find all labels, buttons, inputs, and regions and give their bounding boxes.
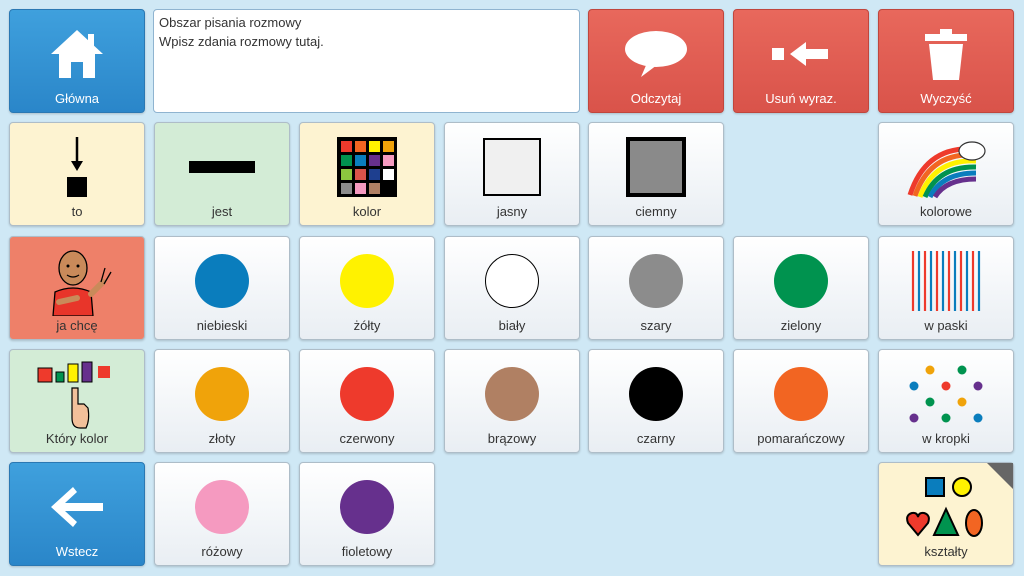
word-w-kropki-label: w kropki — [922, 431, 970, 446]
yellow-circle-icon — [340, 254, 394, 308]
color-czarny-label: czarny — [636, 431, 676, 446]
orange-circle-icon — [774, 367, 828, 421]
word-kolorowe-label: kolorowe — [919, 204, 973, 219]
home-button[interactable]: Główna — [9, 9, 145, 113]
light-square-icon — [445, 131, 579, 203]
stripes-icon — [879, 245, 1013, 317]
shapes-icon — [879, 471, 1013, 543]
word-ktory-kolor[interactable]: Który kolor — [9, 349, 145, 453]
rainbow-icon — [879, 131, 1013, 203]
delete-word-label: Usuń wyraz. — [765, 91, 837, 106]
clear-label: Wyczyść — [920, 91, 972, 106]
folder-ksztalty-label: kształty — [924, 544, 968, 559]
person-pointing-self-icon — [10, 245, 144, 317]
color-czerwony-label: czerwony — [339, 431, 395, 446]
green-circle-icon — [774, 254, 828, 308]
word-ja-chce[interactable]: ja chcę — [9, 236, 145, 340]
home-icon — [10, 18, 144, 90]
folder-ksztalty[interactable]: kształty — [878, 462, 1014, 566]
message-line-1: Obszar pisania rozmowy — [159, 15, 302, 30]
color-zolty-label: żółty — [353, 318, 381, 333]
word-ciemny-label: ciemny — [635, 204, 677, 219]
clear-button[interactable]: Wyczyść — [878, 9, 1014, 113]
color-zloty-label: złoty — [208, 431, 236, 446]
word-w-paski-label: w paski — [924, 318, 968, 333]
word-kolor-label: kolor — [352, 204, 382, 219]
bar-icon — [155, 131, 289, 203]
color-brazowy-label: brązowy — [487, 431, 537, 446]
color-szary-label: szary — [640, 318, 672, 333]
back-label: Wstecz — [55, 544, 99, 559]
color-pomaranczowy-label: pomarańczowy — [757, 431, 845, 446]
word-w-paski[interactable]: w paski — [878, 236, 1014, 340]
word-to-label: to — [71, 204, 83, 219]
word-jest[interactable]: jest — [154, 122, 290, 226]
color-szary[interactable]: szary — [588, 236, 724, 340]
color-zielony-label: zielony — [780, 318, 822, 333]
word-ktory-kolor-label: Który kolor — [45, 431, 109, 446]
color-czerwony[interactable]: czerwony — [299, 349, 435, 453]
color-czarny[interactable]: czarny — [588, 349, 724, 453]
pink-circle-icon — [195, 480, 249, 534]
brown-circle-icon — [485, 367, 539, 421]
arrow-left-icon — [10, 471, 144, 543]
gold-circle-icon — [195, 367, 249, 421]
word-to[interactable]: to — [9, 122, 145, 226]
word-jasny-label: jasny — [496, 204, 528, 219]
color-pomaranczowy[interactable]: pomarańczowy — [733, 349, 869, 453]
message-line-2: Wpisz zdania rozmowy tutaj. — [159, 34, 324, 49]
color-niebieski-label: niebieski — [196, 318, 248, 333]
speak-button[interactable]: Odczytaj — [588, 9, 724, 113]
back-button[interactable]: Wstecz — [9, 462, 145, 566]
red-circle-icon — [340, 367, 394, 421]
gray-circle-icon — [629, 254, 683, 308]
home-label: Główna — [54, 91, 100, 106]
dots-pattern-icon — [879, 358, 1013, 430]
word-kolorowe[interactable]: kolorowe — [878, 122, 1014, 226]
color-bialy-label: biały — [498, 318, 526, 333]
color-bialy[interactable]: biały — [444, 236, 580, 340]
color-zielony[interactable]: zielony — [733, 236, 869, 340]
color-brazowy[interactable]: brązowy — [444, 349, 580, 453]
color-grid-icon — [300, 131, 434, 203]
pointing-color-choice-icon — [10, 358, 144, 430]
black-circle-icon — [629, 367, 683, 421]
color-fioletowy[interactable]: fioletowy — [299, 462, 435, 566]
word-w-kropki[interactable]: w kropki — [878, 349, 1014, 453]
color-niebieski[interactable]: niebieski — [154, 236, 290, 340]
blue-circle-icon — [195, 254, 249, 308]
delete-word-button[interactable]: Usuń wyraz. — [733, 9, 869, 113]
backspace-arrow-icon — [734, 18, 868, 90]
dark-square-icon — [589, 131, 723, 203]
arrow-down-to-square-icon — [10, 131, 144, 203]
color-zolty[interactable]: żółty — [299, 236, 435, 340]
color-rozowy[interactable]: różowy — [154, 462, 290, 566]
speak-label: Odczytaj — [630, 91, 682, 106]
white-circle-icon — [485, 254, 539, 308]
word-jest-label: jest — [211, 204, 233, 219]
color-fioletowy-label: fioletowy — [341, 544, 393, 559]
word-jasny[interactable]: jasny — [444, 122, 580, 226]
color-rozowy-label: różowy — [201, 544, 243, 559]
word-ciemny[interactable]: ciemny — [588, 122, 724, 226]
word-ja-chce-label: ja chcę — [56, 318, 98, 333]
word-kolor[interactable]: kolor — [299, 122, 435, 226]
trash-icon — [879, 18, 1013, 90]
message-window[interactable]: Obszar pisania rozmowy Wpisz zdania rozm… — [153, 9, 580, 113]
speech-bubble-icon — [589, 18, 723, 90]
purple-circle-icon — [340, 480, 394, 534]
color-zloty[interactable]: złoty — [154, 349, 290, 453]
